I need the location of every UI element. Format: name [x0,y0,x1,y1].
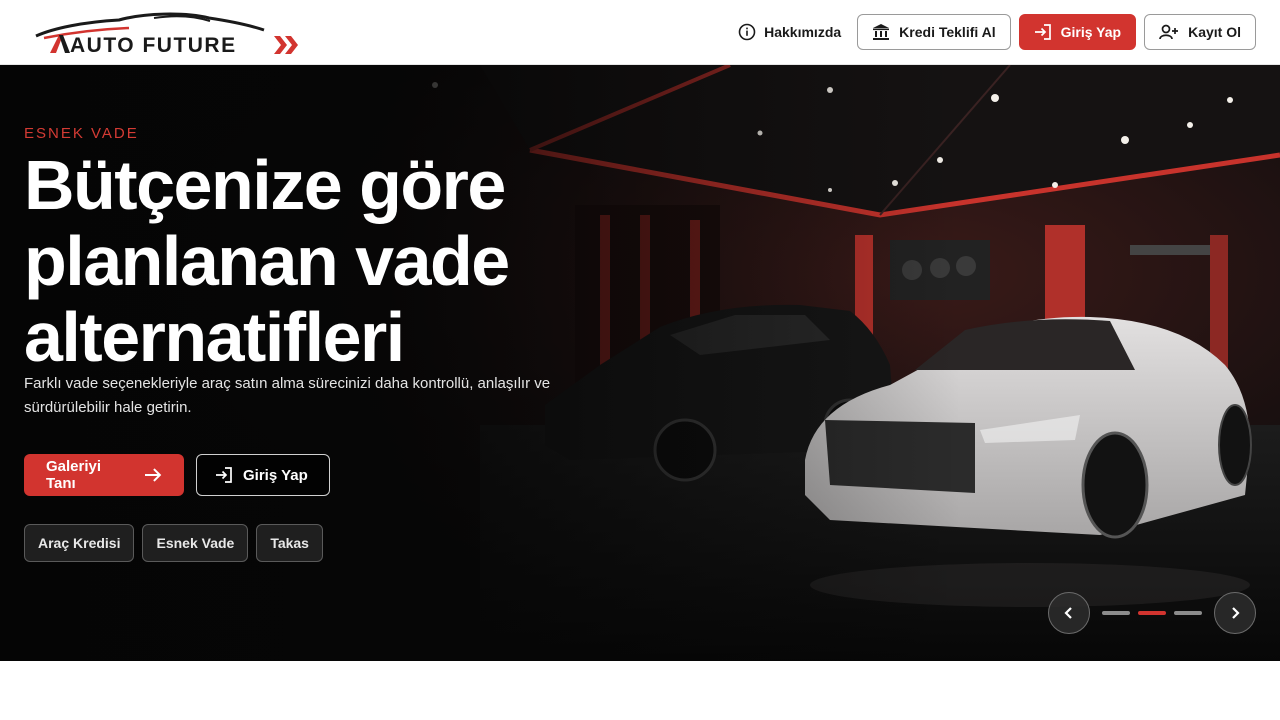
header-login-button[interactable]: Giriş Yap [1018,14,1137,50]
arrow-right-icon [145,468,162,482]
bank-icon [873,24,890,40]
tag-trade-in[interactable]: Takas [256,524,323,562]
site-logo[interactable]: AUTO FUTURE [32,8,302,57]
hero-subtext: Farklı vade seçenekleriyle araç satın al… [24,375,551,416]
next-slide-button[interactable] [1214,592,1256,634]
explore-gallery-label: Galeriyi Tanı [46,458,102,492]
main-nav: Hakkımızda Kredi Teklifi Al Giriş Yap Ka… [726,14,1256,50]
double-chevron-icon [274,36,298,54]
tag-vehicle-credit[interactable]: Araç Kredisi [24,524,135,562]
chevron-right-icon [1232,607,1240,619]
hero-slider: ESNEK VADE Bütçenize göre planlanan vade… [0,65,1280,661]
prev-slide-button[interactable] [1048,592,1090,634]
tag-flexible-term[interactable]: Esnek Vade [142,524,249,562]
info-icon [738,23,756,41]
hero-tags: Araç Kredisi Esnek Vade Takas [24,524,323,562]
login-icon [216,467,232,483]
credit-offer-button[interactable]: Kredi Teklifi Al [857,14,1011,50]
header-login-label: Giriş Yap [1060,24,1122,40]
about-link[interactable]: Hakkımızda [726,14,849,50]
user-plus-icon [1159,24,1179,40]
slide-indicator-dot[interactable] [1174,611,1202,615]
hero-login-button[interactable]: Giriş Yap [196,454,330,496]
slider-controls [1048,592,1256,634]
login-icon [1034,24,1051,40]
logo-text: AUTO FUTURE [70,34,237,57]
hero-cta-row: Galeriyi Tanı Giriş Yap [24,454,330,496]
slide-indicator-dot[interactable] [1138,611,1166,615]
logo-mark-icon [50,35,70,53]
hero-eyebrow: ESNEK VADE [24,125,139,142]
credit-offer-label: Kredi Teklifi Al [899,24,996,40]
site-header: AUTO FUTURE Hakkımızda Kredi Teklifi Al … [0,0,1280,65]
register-button[interactable]: Kayıt Ol [1144,14,1256,50]
hero-headline: Bütçenize göre planlanan vade alternatif… [24,146,510,376]
slide-indicators [1102,611,1202,615]
hero-login-label: Giriş Yap [243,466,308,484]
chevron-left-icon [1064,607,1072,619]
about-label: Hakkımızda [764,24,842,40]
register-label: Kayıt Ol [1188,24,1241,40]
explore-gallery-button[interactable]: Galeriyi Tanı [24,454,184,496]
slide-indicator-dot[interactable] [1102,611,1130,615]
